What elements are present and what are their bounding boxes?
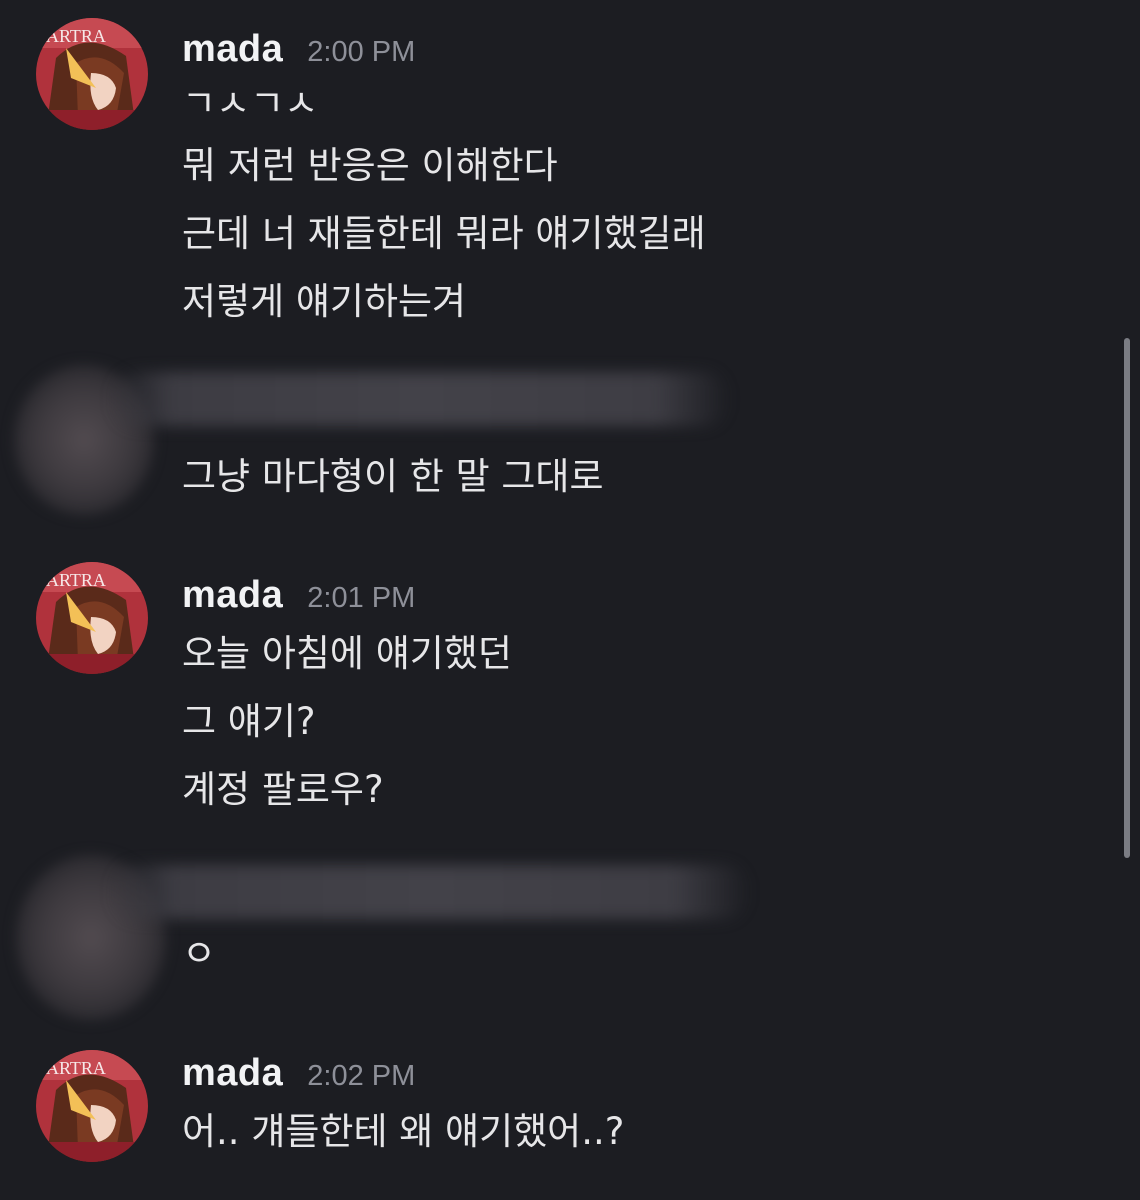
svg-text:ARTRA: ARTRA — [46, 570, 106, 590]
timestamp: 2:00 PM — [307, 36, 416, 68]
user-avatar-icon[interactable]: ARTRA — [36, 18, 148, 130]
message-text: 뭐 저런 반응은 이해한다 — [182, 144, 558, 187]
message-text: 근데 너 재들한테 뭐라 얘기했길래 — [182, 212, 706, 255]
redacted-username — [110, 372, 730, 426]
chat-message-list: ARTRA mada 2:00 PM ㄱㅅㄱㅅ 뭐 저런 반응은 이해한다 근데… — [0, 0, 1140, 1200]
message-text: ㅇ — [182, 932, 217, 975]
message-header: mada 2:02 PM — [182, 1052, 416, 1095]
svg-text:ARTRA: ARTRA — [46, 1058, 106, 1078]
redacted-username — [110, 865, 750, 919]
user-avatar-icon[interactable]: ARTRA — [36, 1050, 148, 1162]
scrollbar-thumb[interactable] — [1124, 338, 1130, 858]
message-header: mada 2:00 PM — [182, 28, 416, 71]
message-text: ㄱㅅㄱㅅ — [182, 82, 319, 112]
username[interactable]: mada — [182, 574, 283, 617]
message-text: 저렇게 얘기하는겨 — [182, 280, 467, 323]
message-text: 계정 팔로우? — [182, 768, 384, 811]
username[interactable]: mada — [182, 1052, 283, 1095]
message-header: mada 2:01 PM — [182, 574, 416, 617]
user-avatar-icon[interactable]: ARTRA — [36, 562, 148, 674]
svg-text:ARTRA: ARTRA — [46, 26, 106, 46]
timestamp: 2:02 PM — [307, 1060, 416, 1092]
message-text: 오늘 아침에 얘기했던 — [182, 632, 512, 675]
message-text: 그 얘기? — [182, 700, 316, 743]
message-text: 그냥 마다형이 한 말 그대로 — [182, 455, 604, 498]
timestamp: 2:01 PM — [307, 582, 416, 614]
message-text: 어.. 걔들한테 왜 얘기했어..? — [182, 1110, 625, 1153]
username[interactable]: mada — [182, 28, 283, 71]
